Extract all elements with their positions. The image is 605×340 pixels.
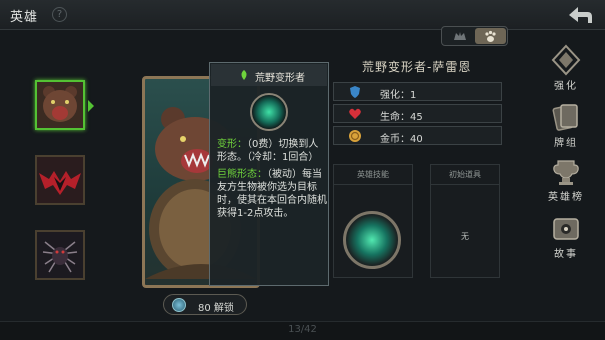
hero-slot-bear[interactable] — [35, 80, 85, 130]
nav-story[interactable]: 故事 — [542, 214, 590, 260]
passive-keyword: 巨熊形态： — [217, 169, 267, 180]
paw-view-toggle[interactable] — [475, 28, 506, 44]
starting-item-header: 初始道具 — [431, 165, 499, 185]
hero-slot-bat[interactable] — [35, 155, 85, 205]
back-arrow-icon[interactable] — [566, 4, 594, 26]
selected-indicator-icon — [88, 100, 94, 112]
heart-icon — [349, 108, 361, 119]
enhance-icon — [551, 44, 581, 76]
hero-slot-spider[interactable] — [35, 230, 85, 280]
team-icon — [454, 32, 466, 40]
bottom-bar: 13/42 — [0, 321, 605, 340]
hero-skill-icon[interactable] — [343, 211, 401, 269]
tooltip-title: 荒野变形者 — [255, 73, 305, 84]
gem-icon — [172, 298, 186, 312]
transform-keyword: 变形： — [217, 139, 247, 150]
unlock-label: 80 解锁 — [198, 303, 234, 314]
help-icon[interactable]: ? — [52, 7, 67, 22]
bat-portrait-icon — [37, 157, 83, 203]
bear-portrait-icon — [37, 82, 83, 128]
hero-skill-panel: 英雄技能 — [333, 164, 413, 278]
tooltip-header: 荒野变形者 — [211, 64, 327, 86]
starting-item-value: 无 — [461, 232, 469, 241]
team-view-toggle[interactable] — [444, 28, 475, 44]
view-toggle[interactable] — [441, 26, 508, 46]
stat-row-enhance: 强化：1 — [333, 82, 502, 101]
hero-skill-header: 英雄技能 — [334, 165, 412, 185]
pagination: 13/42 — [288, 324, 317, 335]
ranking-icon — [553, 160, 579, 185]
nav-story-label: 故事 — [554, 249, 578, 260]
stat-health-label: 生命：45 — [380, 112, 423, 123]
paw-icon — [485, 30, 496, 42]
skill-emblem-icon — [250, 93, 288, 131]
shield-icon — [350, 86, 360, 98]
nav-ranking-label: 英雄榜 — [548, 192, 584, 203]
deck-icon — [552, 104, 578, 131]
nav-enhance-label: 强化 — [554, 81, 578, 92]
stat-row-gold: 金币：40 — [333, 126, 502, 145]
nav-deck[interactable]: 牌组 — [542, 101, 590, 149]
coin-icon — [349, 130, 361, 142]
spider-portrait-icon — [37, 232, 83, 278]
leaf-icon — [241, 70, 247, 80]
tooltip-description: 变形：（0费）切换到人形态。（冷却：1回合） 巨熊形态：（被动）每当友方生物被你… — [217, 138, 327, 220]
stat-enhance-label: 强化：1 — [380, 90, 417, 101]
nav-deck-label: 牌组 — [554, 138, 578, 149]
skill-tooltip: 荒野变形者 变形：（0费）切换到人形态。（冷却：1回合） 巨熊形态：（被动）每当… — [209, 62, 329, 286]
starting-item-panel: 初始道具 无 — [430, 164, 500, 278]
page-title: 英雄 — [10, 10, 39, 25]
hero-name: 荒野变形者-萨雷恩 — [362, 60, 472, 74]
top-bar: 英雄 ? — [0, 0, 605, 30]
stat-row-health: 生命：45 — [333, 104, 502, 123]
story-icon — [553, 218, 579, 240]
unlock-button[interactable]: 80 解锁 — [163, 294, 247, 315]
nav-enhance[interactable]: 强化 — [542, 44, 590, 92]
nav-ranking[interactable]: 英雄榜 — [542, 157, 590, 203]
stat-gold-label: 金币：40 — [380, 134, 423, 145]
